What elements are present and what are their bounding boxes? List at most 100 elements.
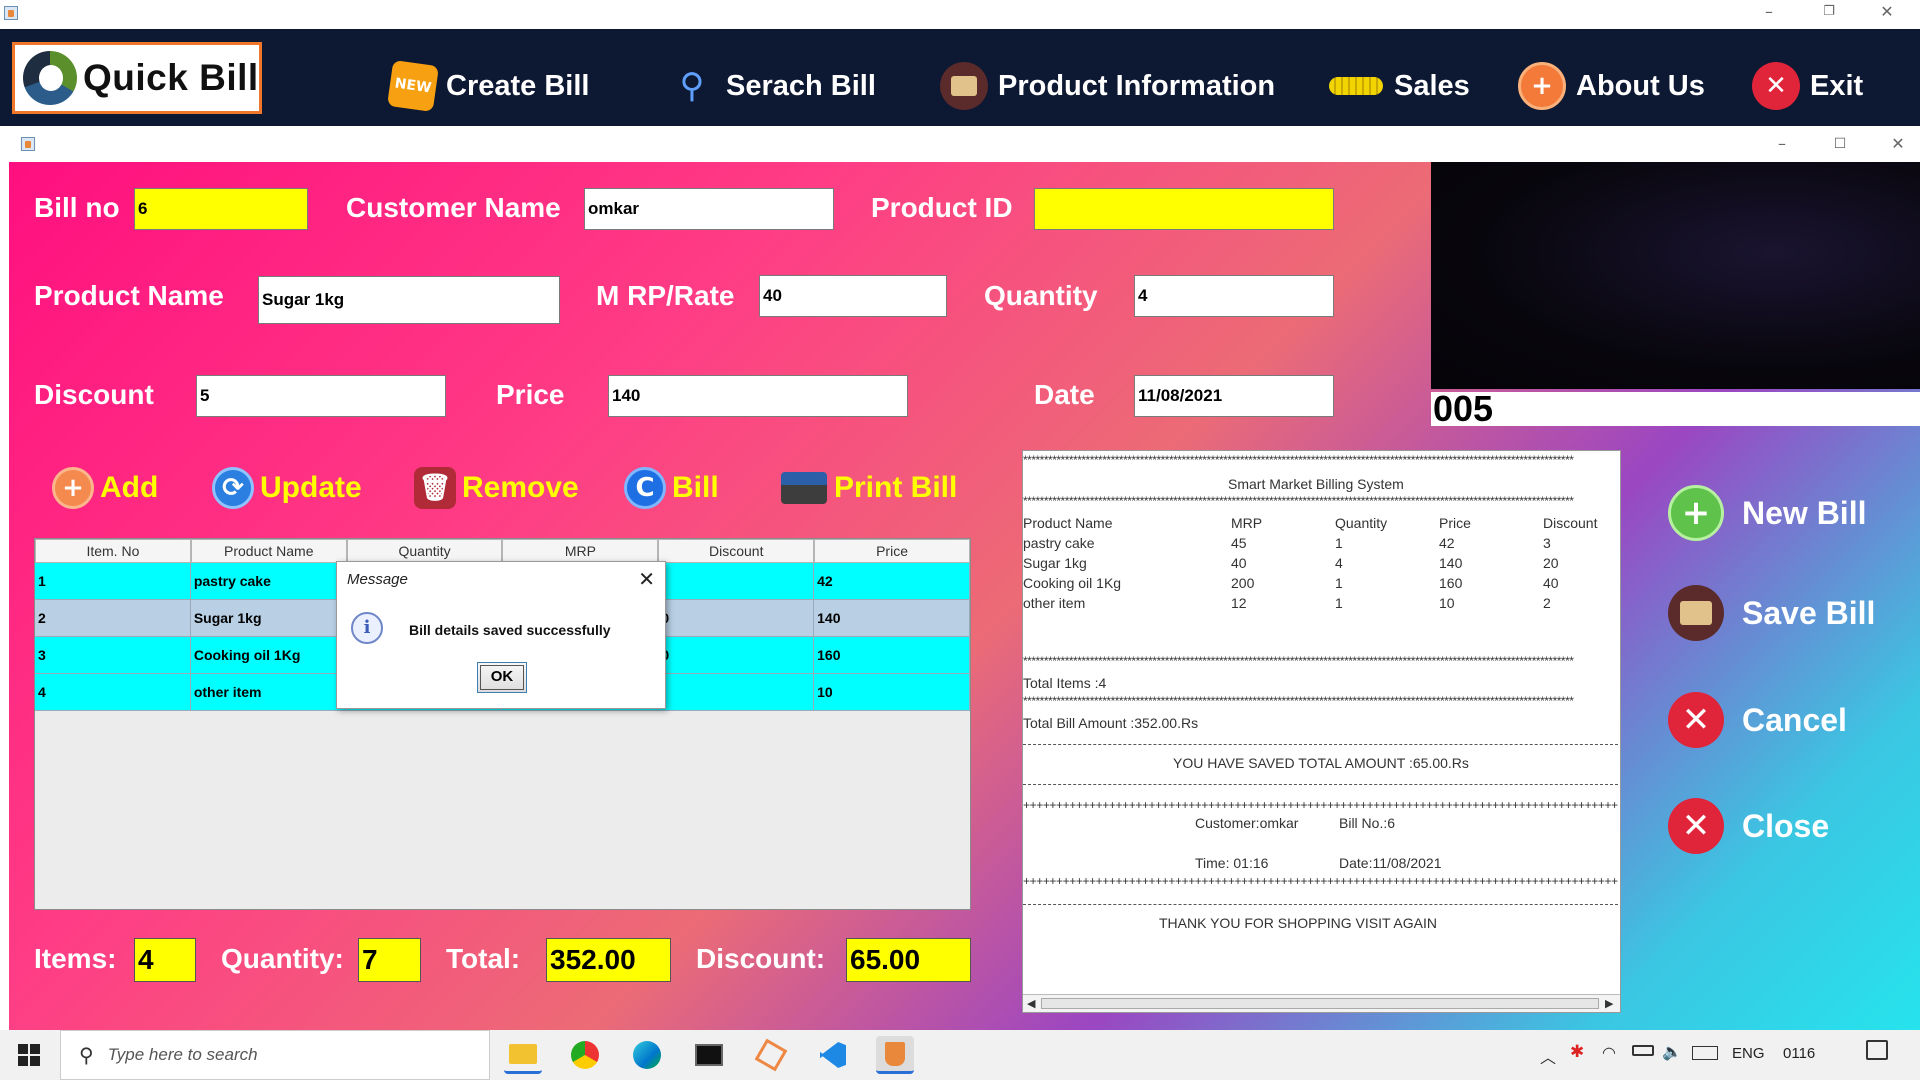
product-name-label: Product Name (34, 280, 224, 311)
scroll-left-icon[interactable]: ◀ (1027, 997, 1035, 1010)
product-id-field[interactable] (1034, 188, 1334, 230)
print-bill-button[interactable]: Print Bill (780, 467, 957, 509)
receipt-col-product: Product Name (1023, 515, 1113, 531)
search-placeholder: Type here to search (107, 1045, 258, 1064)
receipt-item-mrp: 200 (1231, 575, 1255, 591)
receipt-plus-line: ++++++++++++++++++++++++++++++++++++++++… (1023, 874, 1618, 888)
show-hidden-icons[interactable]: ︿ (1540, 1044, 1556, 1068)
menu-exit[interactable]: ✕ Exit (1752, 56, 1863, 116)
save-box-icon (1668, 585, 1724, 641)
inner-minimize-icon[interactable]: – (1767, 134, 1797, 154)
remove-button-label: Remove (462, 471, 579, 504)
bill-button[interactable]: C Bill (624, 467, 719, 509)
customer-name-field[interactable]: omkar (584, 188, 834, 230)
receipt-item-discount: 20 (1543, 555, 1559, 571)
menu-about-us[interactable]: + About Us (1518, 56, 1705, 116)
close-circle-icon: ✕ (1752, 62, 1800, 110)
date-field[interactable]: 11/08/2021 (1134, 375, 1334, 417)
taskbar-clock[interactable]: 01‎16 (1783, 1045, 1815, 1062)
update-button[interactable]: ⟳ Update (212, 467, 362, 509)
volume-icon[interactable]: 🔈 (1662, 1042, 1682, 1062)
coins-icon (1328, 62, 1384, 110)
cell-product-name: Cooking oil 1Kg (191, 637, 347, 673)
menu-create-bill[interactable]: NEW Create Bill (387, 56, 589, 116)
logo-icon (23, 51, 77, 105)
menu-about-us-label: About Us (1576, 69, 1705, 102)
menu-product-information-label: Product Information (998, 69, 1276, 102)
discount-label: Discount (34, 379, 154, 410)
package-app-icon[interactable] (752, 1036, 790, 1074)
add-button-label: Add (100, 471, 159, 504)
print-bill-button-label: Print Bill (834, 471, 958, 504)
receipt-item-mrp: 40 (1231, 555, 1247, 571)
col-product-name[interactable]: Product Name (190, 539, 347, 563)
wifi-icon[interactable]: ◠ (1602, 1043, 1616, 1063)
bill-no-field[interactable]: 6 (134, 188, 308, 230)
col-mrp[interactable]: MRP (502, 539, 659, 563)
inner-close-icon[interactable]: ✕ (1883, 134, 1913, 154)
new-bill-button[interactable]: + New Bill (1668, 485, 1866, 541)
cancel-icon: ✕ (1668, 692, 1724, 748)
receipt-total-items: Total Items :4 (1023, 675, 1107, 691)
quantity-field[interactable]: 4 (1134, 275, 1334, 317)
save-bill-button[interactable]: Save Bill (1668, 585, 1875, 641)
new-badge-icon: NEW (387, 60, 439, 112)
inner-maximize-icon[interactable]: ☐ (1825, 134, 1855, 154)
restore-icon[interactable]: ❐ (1814, 2, 1844, 22)
minimize-icon[interactable]: – (1754, 2, 1784, 22)
close-button[interactable]: ✕ Close (1668, 798, 1829, 854)
dialog-close-icon[interactable]: ✕ (638, 567, 655, 592)
cell-discount: 0 (658, 600, 815, 636)
col-price[interactable]: Price (814, 539, 970, 563)
outer-titlebar: – ❐ ✕ (0, 0, 1920, 29)
receipt-preview[interactable]: ****************************************… (1022, 450, 1621, 1013)
plus-icon: + (1668, 485, 1724, 541)
receipt-horizontal-scrollbar[interactable]: ◀ ▶ (1023, 994, 1620, 1012)
quantity-total-field[interactable]: 7 (358, 938, 421, 982)
scroll-thumb[interactable] (1041, 998, 1599, 1009)
taskbar-search-box[interactable]: ⚲ Type here to search (60, 1030, 490, 1080)
items-total-field[interactable]: 4 (134, 938, 196, 982)
windows-start-icon[interactable] (18, 1044, 40, 1066)
quick-bill-logo: Quick Bill (12, 42, 262, 114)
dialog-titlebar: Message ✕ (337, 562, 665, 595)
cell-item-no: 3 (35, 637, 191, 673)
menu-sales[interactable]: Sales (1328, 56, 1470, 116)
notification-center-icon[interactable] (1866, 1040, 1888, 1060)
bug-tray-icon[interactable]: ✱ (1570, 1042, 1584, 1062)
receipt-item-discount: 2 (1543, 595, 1551, 611)
col-discount[interactable]: Discount (658, 539, 815, 563)
discount-field[interactable]: 5 (196, 375, 446, 417)
chrome-icon[interactable] (566, 1036, 604, 1074)
menu-product-information[interactable]: Product Information (940, 56, 1275, 116)
battery-icon[interactable] (1632, 1045, 1654, 1056)
vscode-icon[interactable] (814, 1036, 852, 1074)
remove-button[interactable]: 🗑 Remove (414, 467, 579, 509)
add-button[interactable]: + Add (52, 467, 158, 509)
close-window-icon[interactable]: ✕ (1872, 2, 1902, 22)
grand-total-label: Total: (446, 943, 521, 974)
scroll-right-icon[interactable]: ▶ (1605, 997, 1613, 1010)
col-quantity[interactable]: Quantity (346, 539, 503, 563)
message-dialog: Message ✕ i Bill details saved successfu… (336, 561, 666, 709)
receipt-item-qty: 1 (1335, 535, 1343, 551)
mrp-field[interactable]: 40 (759, 275, 947, 317)
refresh-c-icon: C (624, 467, 666, 509)
edge-icon[interactable] (628, 1036, 666, 1074)
cancel-button[interactable]: ✕ Cancel (1668, 692, 1847, 748)
col-item-no[interactable]: Item. No (35, 539, 191, 563)
file-explorer-icon[interactable] (504, 1036, 542, 1074)
bill-button-label: Bill (672, 471, 719, 504)
price-field[interactable]: 140 (608, 375, 908, 417)
keyboard-icon[interactable] (1692, 1046, 1718, 1060)
language-indicator[interactable]: ENG (1732, 1045, 1765, 1062)
ok-button[interactable]: OK (477, 662, 527, 693)
product-name-field[interactable]: Sugar 1kg (258, 276, 560, 324)
receipt-separator: ****************************************… (1023, 696, 1574, 706)
discount-total-field[interactable]: 65.00 (846, 938, 971, 982)
close-label: Close (1742, 807, 1830, 844)
java-taskbar-icon[interactable] (876, 1036, 914, 1074)
terminal-icon[interactable] (690, 1036, 728, 1074)
grand-total-field[interactable]: 352.00 (546, 938, 671, 982)
menu-search-bill[interactable]: ⚲ Serach Bill (668, 56, 876, 116)
